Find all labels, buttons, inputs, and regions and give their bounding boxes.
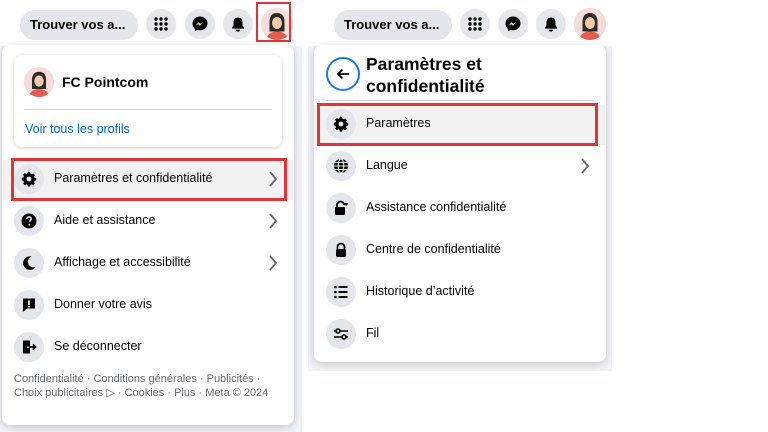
chevron-right-icon [269,213,278,229]
top-navigation-bar: Trouver vos a... [0,0,302,46]
parametres-highlight-box [317,103,598,146]
messenger-icon [192,16,208,32]
submenu-item-label: Langue [366,158,408,172]
submenu-item-privacy-checkup[interactable]: Assistance confidentialité [314,189,606,229]
profile-card[interactable]: FC Pointcom Voir tous les profils [14,55,282,147]
submenu-title: Paramètres et confidentialité [366,54,485,96]
menu-item-logout[interactable]: Se déconnecter [2,328,294,368]
chevron-right-icon [269,255,278,271]
search-input[interactable]: Trouver vos a... [20,10,138,40]
arrow-left-icon [336,68,349,80]
menu-item-label: Affichage et accessibilité [54,255,191,269]
globe-icon [326,151,356,181]
submenu-item-label: Assistance confidentialité [366,200,507,214]
list-icon [326,277,356,307]
logout-icon [14,332,44,362]
grid-menu-button[interactable] [460,9,490,39]
submenu-item-language[interactable]: Langue [314,147,606,187]
grid-icon [468,17,482,31]
feedback-icon [14,290,44,320]
submenu-item-label: Fil [366,326,380,340]
submenu-item-label: Centre de confidentialité [366,242,501,256]
notifications-button[interactable] [536,9,566,39]
messenger-icon [505,16,521,32]
see-all-profiles-link[interactable]: Voir tous les profils [25,122,130,136]
avatar-highlight-box [256,2,291,42]
chevron-right-icon [581,158,590,174]
submenu-item-label: Historique d’activité [366,284,475,298]
messenger-button[interactable] [185,9,215,39]
menu-item-feedback[interactable]: Donner votre avis [2,286,294,326]
settings-privacy-submenu: Paramètres et confidentialité Paramètres… [314,45,606,362]
submenu-item-privacy-center[interactable]: Centre de confidentialité [314,231,606,271]
menu-item-display-accessibility[interactable]: Affichage et accessibilité [2,244,294,284]
lock-icon [326,235,356,265]
sliders-icon [326,319,356,349]
notifications-button[interactable] [223,9,253,39]
moon-icon [14,248,44,278]
top-navigation-bar: Trouver vos a... [308,0,612,46]
account-dropdown-menu: FC Pointcom Voir tous les profils Paramè… [2,45,294,425]
profile-name: FC Pointcom [62,74,149,90]
grid-menu-button[interactable] [146,9,176,39]
grid-icon [154,17,168,31]
menu-item-label: Aide et assistance [54,213,156,227]
settings-highlight-box [11,158,287,201]
title-divider [326,100,594,101]
profile-avatar-button[interactable] [574,8,606,40]
help-icon [14,206,44,236]
submenu-item-feed[interactable]: Fil [314,315,606,355]
submenu-item-activity-log[interactable]: Historique d’activité [314,273,606,313]
menu-item-label: Donner votre avis [54,297,152,311]
bell-icon [232,17,244,32]
footer-links[interactable]: Confidentialité · Conditions générales ·… [14,372,286,400]
profile-avatar [24,67,54,97]
menu-item-label: Se déconnecter [54,339,142,353]
right-screenshot-panel: Trouver vos a... Paramètres et confident… [308,0,612,371]
profile-divider [24,109,272,110]
search-input[interactable]: Trouver vos a... [334,10,452,40]
left-screenshot-panel: Trouver vos a... FC Pointcom Voir tous l… [0,0,302,432]
lock-heart-icon [326,193,356,223]
bell-icon [545,17,557,32]
avatar [574,8,606,40]
messenger-button[interactable] [498,9,528,39]
back-button[interactable] [326,57,360,91]
menu-item-help[interactable]: Aide et assistance [2,202,294,242]
